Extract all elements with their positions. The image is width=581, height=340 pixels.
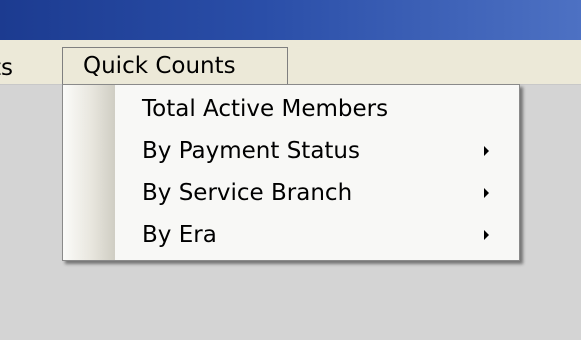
quick-counts-dropdown: Total Active Members By Payment Status B… [62,84,520,261]
menu-bar-item-quick-counts[interactable]: Quick Counts [62,47,288,84]
menu-item-label: By Service Branch [142,180,353,206]
menu-bar-item-partial[interactable]: ts [0,52,13,84]
menu-item-by-service-branch[interactable]: By Service Branch [63,175,519,211]
submenu-arrow-icon [484,230,489,240]
menu-item-label: By Payment Status [142,138,360,164]
menu-item-by-payment-status[interactable]: By Payment Status [63,133,519,169]
menu-item-total-active-members[interactable]: Total Active Members [63,91,519,127]
submenu-arrow-icon [484,188,489,198]
menu-item-label: Total Active Members [142,96,389,122]
menu-item-label: By Era [142,222,217,248]
window-title-bar[interactable] [0,0,581,40]
menu-item-by-era[interactable]: By Era [63,217,519,253]
submenu-arrow-icon [484,146,489,156]
